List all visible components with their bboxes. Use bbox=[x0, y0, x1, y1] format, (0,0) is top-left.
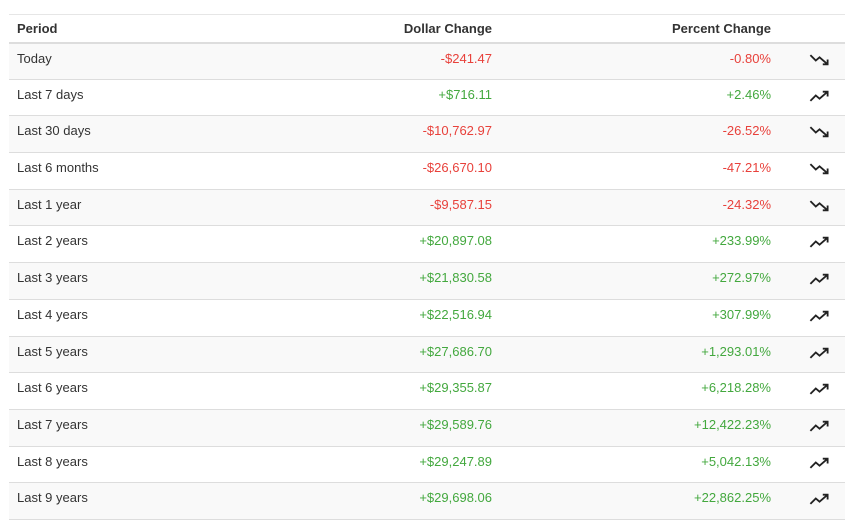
trending-up-icon bbox=[809, 419, 837, 433]
price-change-table: Period Dollar Change Percent Change Toda… bbox=[9, 14, 845, 520]
period-cell: Last 6 years bbox=[17, 380, 88, 396]
period-cell: Last 6 months bbox=[17, 160, 99, 176]
period-cell: Last 3 years bbox=[17, 270, 88, 286]
trend-cell bbox=[779, 409, 845, 446]
trend-cell bbox=[779, 153, 845, 190]
period-cell: Today bbox=[17, 50, 52, 66]
trending-up-icon bbox=[809, 346, 837, 360]
trend-cell bbox=[779, 226, 845, 263]
dollar-change-cell: -$9,587.15 bbox=[429, 196, 492, 212]
table-row: Last 2 years +$20,897.08 +233.99% bbox=[9, 225, 845, 263]
trend-cell bbox=[779, 446, 845, 483]
trending-up-icon bbox=[809, 89, 837, 103]
trending-down-icon bbox=[809, 53, 837, 67]
price-change-table-container: Period Dollar Change Percent Change Toda… bbox=[9, 14, 845, 520]
table-row: Last 6 months -$26,670.10 -47.21% bbox=[9, 152, 845, 190]
percent-change-cell: -26.52% bbox=[722, 123, 771, 139]
trend-cell bbox=[779, 263, 845, 300]
trending-up-icon bbox=[809, 492, 837, 506]
dollar-change-cell: +$22,516.94 bbox=[419, 306, 492, 322]
trending-up-icon bbox=[809, 309, 837, 323]
period-column-header: Period bbox=[17, 20, 58, 36]
percent-change-cell: +2.46% bbox=[726, 86, 771, 102]
period-cell: Last 4 years bbox=[17, 306, 88, 322]
trend-cell bbox=[779, 373, 845, 410]
dollar-change-cell: +$27,686.70 bbox=[419, 343, 492, 359]
period-cell: Last 9 years bbox=[17, 490, 88, 506]
trending-up-icon bbox=[809, 456, 837, 470]
percent-change-cell: +307.99% bbox=[712, 306, 771, 322]
table-row: Last 7 years +$29,589.76 +12,422.23% bbox=[9, 409, 845, 447]
period-cell: Last 8 years bbox=[17, 453, 88, 469]
table-body: Today -$241.47 -0.80% Last 7 days +$716.11 +2… bbox=[9, 42, 845, 520]
table-row: Today -$241.47 -0.80% bbox=[9, 42, 845, 80]
trend-cell bbox=[779, 116, 845, 153]
percent-change-cell: +1,293.01% bbox=[701, 343, 771, 359]
table-row: Last 8 years +$29,247.89 +5,042.13% bbox=[9, 446, 845, 483]
trend-cell bbox=[779, 43, 845, 80]
table-row: Last 30 days -$10,762.97 -26.52% bbox=[9, 115, 845, 153]
percent-change-cell: +6,218.28% bbox=[701, 380, 771, 396]
percent-change-cell: +5,042.13% bbox=[701, 453, 771, 469]
period-cell: Last 7 days bbox=[17, 86, 84, 102]
table-row: Last 1 year -$9,587.15 -24.32% bbox=[9, 189, 845, 226]
percent-change-cell: +22,862.25% bbox=[694, 490, 771, 506]
dollar-change-cell: +$29,355.87 bbox=[419, 380, 492, 396]
trend-cell bbox=[779, 483, 845, 520]
percent-change-cell: -47.21% bbox=[722, 160, 771, 176]
trending-down-icon bbox=[809, 199, 837, 213]
period-cell: Last 30 days bbox=[17, 123, 91, 139]
percent-change-cell: +272.97% bbox=[712, 270, 771, 286]
percent-change-cell: +12,422.23% bbox=[694, 416, 771, 432]
trend-cell bbox=[779, 299, 845, 336]
trending-up-icon bbox=[809, 272, 837, 286]
period-cell: Last 1 year bbox=[17, 196, 82, 212]
percent-change-cell: -24.32% bbox=[722, 196, 771, 212]
trend-column-header bbox=[779, 15, 845, 43]
dollar-change-cell: +$716.11 bbox=[438, 86, 492, 102]
trend-cell bbox=[779, 336, 845, 373]
period-cell: Last 7 years bbox=[17, 416, 88, 432]
table-row: Last 4 years +$22,516.94 +307.99% bbox=[9, 299, 845, 336]
table-row: Last 9 years +$29,698.06 +22,862.25% bbox=[9, 482, 845, 520]
dollar-change-column-header: Dollar Change bbox=[403, 20, 492, 36]
period-cell: Last 5 years bbox=[17, 343, 88, 359]
header-row: Period Dollar Change Percent Change bbox=[9, 14, 845, 43]
table-row: Last 3 years +$21,830.58 +272.97% bbox=[9, 262, 845, 300]
table-row: Last 6 years +$29,355.87 +6,218.28% bbox=[9, 372, 845, 410]
dollar-change-cell: -$26,670.10 bbox=[422, 160, 492, 176]
trending-up-icon bbox=[809, 235, 837, 249]
trend-cell bbox=[779, 189, 845, 226]
dollar-change-cell: -$10,762.97 bbox=[422, 123, 492, 139]
period-cell: Last 2 years bbox=[17, 233, 88, 249]
dollar-change-cell: +$21,830.58 bbox=[419, 270, 492, 286]
table-header: Period Dollar Change Percent Change bbox=[9, 14, 845, 43]
table-row: Last 7 days +$716.11 +2.46% bbox=[9, 79, 845, 116]
trending-up-icon bbox=[809, 382, 837, 396]
trending-down-icon bbox=[809, 125, 837, 139]
dollar-change-cell: +$29,589.76 bbox=[419, 416, 492, 432]
dollar-change-cell: -$241.47 bbox=[440, 50, 492, 66]
trend-cell bbox=[779, 79, 845, 116]
dollar-change-cell: +$29,698.06 bbox=[419, 490, 492, 506]
trending-down-icon bbox=[809, 162, 837, 176]
percent-change-cell: +233.99% bbox=[712, 233, 771, 249]
percent-change-column-header: Percent Change bbox=[672, 20, 771, 36]
table-row: Last 5 years +$27,686.70 +1,293.01% bbox=[9, 336, 845, 373]
dollar-change-cell: +$29,247.89 bbox=[419, 453, 492, 469]
percent-change-cell: -0.80% bbox=[729, 50, 771, 66]
dollar-change-cell: +$20,897.08 bbox=[419, 233, 492, 249]
